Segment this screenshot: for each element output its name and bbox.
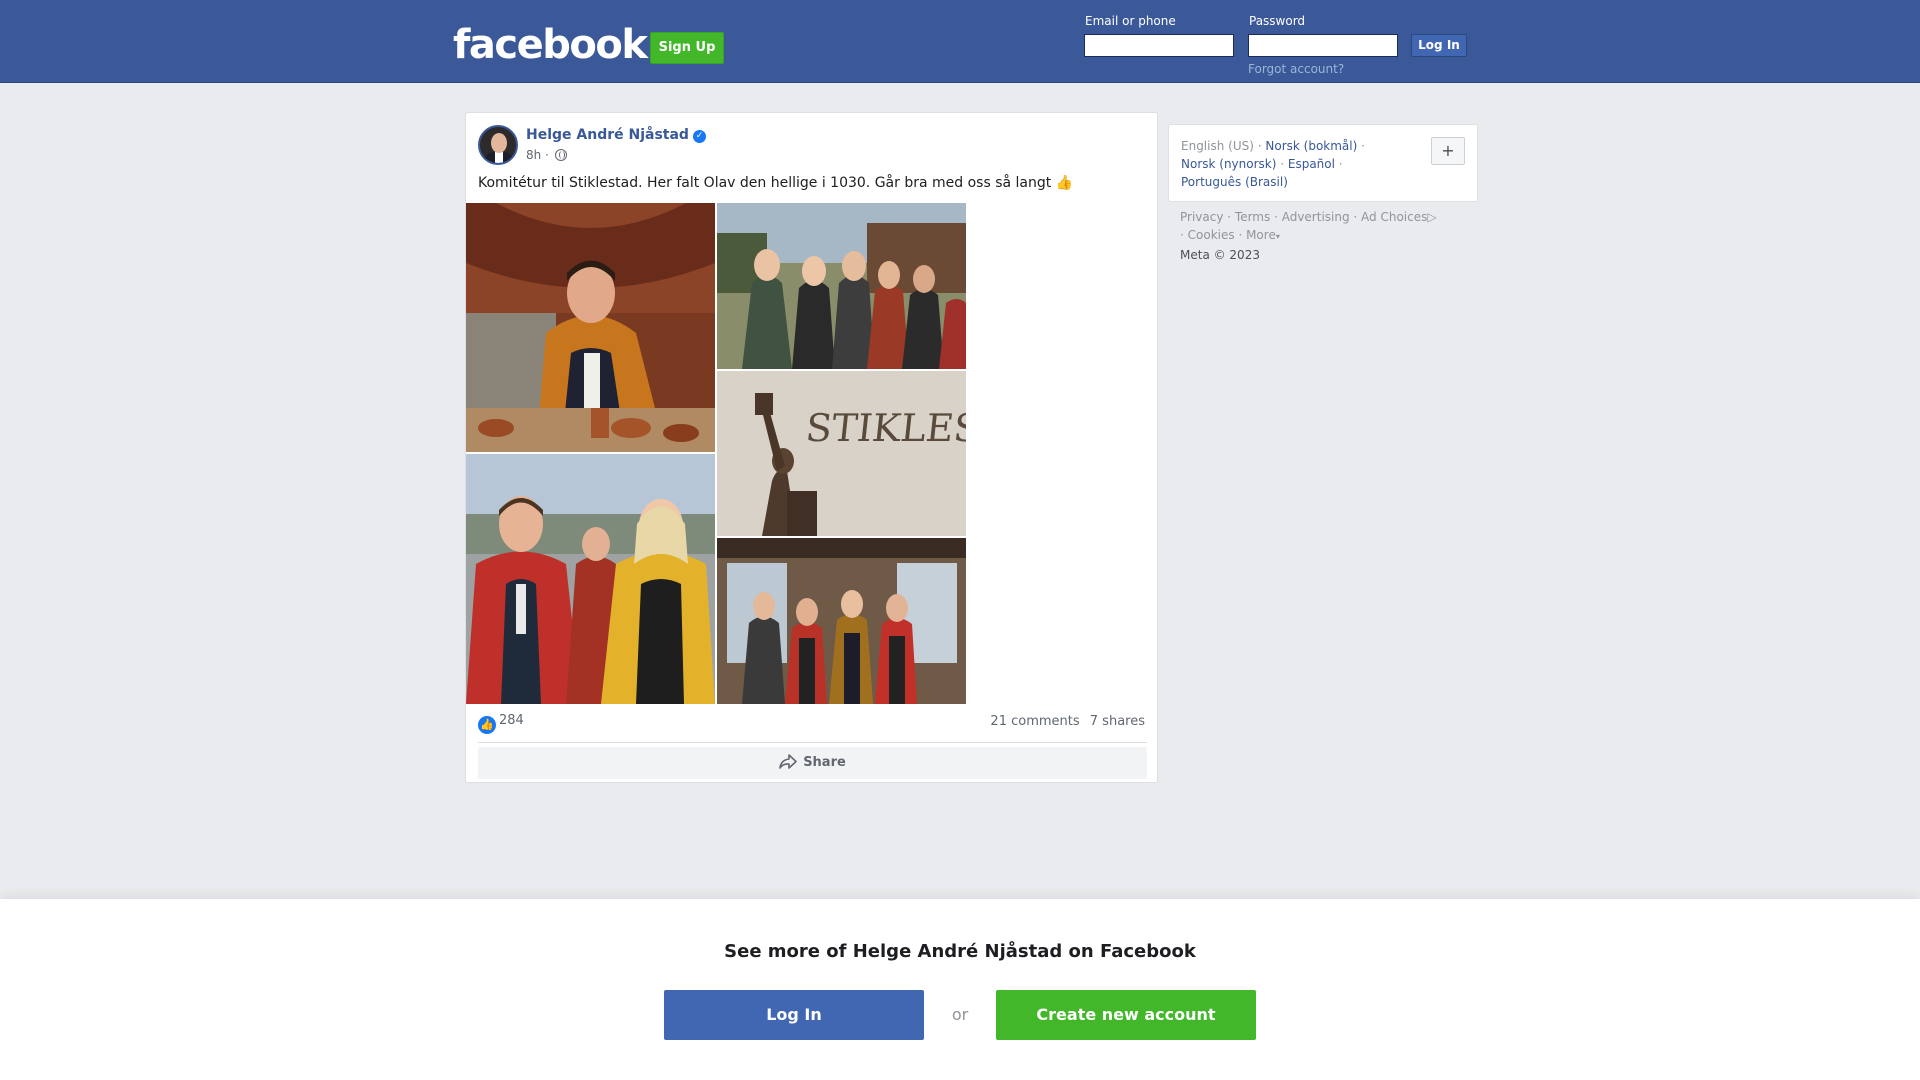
footer-link-cookies[interactable]: Cookies xyxy=(1188,228,1235,242)
share-label: Share xyxy=(803,755,846,770)
comments-count[interactable]: 21 comments xyxy=(990,714,1079,729)
divider xyxy=(478,742,1147,743)
author-name[interactable]: Helge André Njåstad xyxy=(526,127,689,143)
facebook-logo[interactable]: facebook xyxy=(453,22,648,68)
banner-title: See more of Helge André Njåstad on Faceb… xyxy=(724,941,1196,962)
avatar[interactable] xyxy=(478,125,518,165)
post-photo-3[interactable]: STIKLESTAD xyxy=(717,371,966,536)
post-card: Helge André Njåstad ✓ 8h · Komitétur til … xyxy=(465,112,1158,783)
post-author[interactable]: Helge André Njåstad ✓ xyxy=(526,127,706,143)
statue-text: STIKLESTAD xyxy=(804,406,966,450)
language-selector: English (US) · Norsk (bokmål) · Norsk (n… xyxy=(1168,124,1478,202)
post-photo-1[interactable] xyxy=(466,203,715,452)
add-language-button[interactable]: + xyxy=(1431,137,1465,165)
like-icon: 👍 xyxy=(478,716,496,734)
language-link-norsk-bokmal[interactable]: Norsk (bokmål) xyxy=(1265,139,1357,153)
footer-link-more[interactable]: More xyxy=(1246,228,1276,242)
create-account-button[interactable]: Create new account xyxy=(996,990,1256,1040)
reaction-summary[interactable]: 👍 284 xyxy=(478,713,524,734)
footer-link-advertising[interactable]: Advertising xyxy=(1282,210,1350,224)
password-label: Password xyxy=(1249,14,1306,28)
copyright: Meta © 2023 xyxy=(1180,248,1260,262)
footer-link-privacy[interactable]: Privacy xyxy=(1180,210,1223,224)
language-link-portugues[interactable]: Português (Brasil) xyxy=(1181,175,1288,189)
login-prompt-banner: See more of Helge André Njåstad on Faceb… xyxy=(0,899,1920,1080)
verified-icon: ✓ xyxy=(692,130,706,143)
ad-choices-icon: ▷ xyxy=(1427,210,1437,224)
language-link-espanol[interactable]: Español xyxy=(1288,157,1335,171)
caret-down-icon: ▾ xyxy=(1275,232,1280,241)
globe-icon xyxy=(554,149,567,161)
post-photo-4[interactable] xyxy=(466,454,715,704)
post-time[interactable]: 8h · xyxy=(526,148,549,162)
footer-link-ad-choices[interactable]: Ad Choices xyxy=(1361,210,1427,224)
post-text: Komitétur til Stiklestad. Her falt Olav … xyxy=(478,175,1074,191)
shares-count[interactable]: 7 shares xyxy=(1090,714,1145,729)
footer-links: Privacy · Terms · Advertising · Ad Choic… xyxy=(1180,210,1437,262)
post-photo-2[interactable] xyxy=(717,203,966,369)
language-list: English (US) · Norsk (bokmål) · Norsk (n… xyxy=(1181,139,1365,189)
like-count[interactable]: 284 xyxy=(499,713,524,728)
password-field[interactable] xyxy=(1248,34,1398,57)
forgot-account-link[interactable]: Forgot account? xyxy=(1248,62,1344,76)
share-icon xyxy=(779,754,797,769)
engagement-counts: 21 comments 7 shares xyxy=(984,714,1145,729)
current-language: English (US) xyxy=(1181,139,1254,153)
top-navigation-bar: facebook Sign Up Email or phone Password… xyxy=(0,0,1920,83)
footer-link-terms[interactable]: Terms xyxy=(1235,210,1270,224)
banner-login-button[interactable]: Log In xyxy=(664,990,924,1040)
email-label: Email or phone xyxy=(1085,14,1176,28)
banner-or-text: or xyxy=(951,1005,969,1024)
post-photo-5[interactable] xyxy=(717,538,966,704)
post-meta: 8h · xyxy=(526,148,567,162)
share-button[interactable]: Share xyxy=(478,747,1147,779)
sign-up-button[interactable]: Sign Up xyxy=(650,32,724,64)
email-field[interactable] xyxy=(1084,34,1234,57)
language-link-norsk-nynorsk[interactable]: Norsk (nynorsk) xyxy=(1181,157,1276,171)
login-button[interactable]: Log In xyxy=(1411,34,1467,57)
